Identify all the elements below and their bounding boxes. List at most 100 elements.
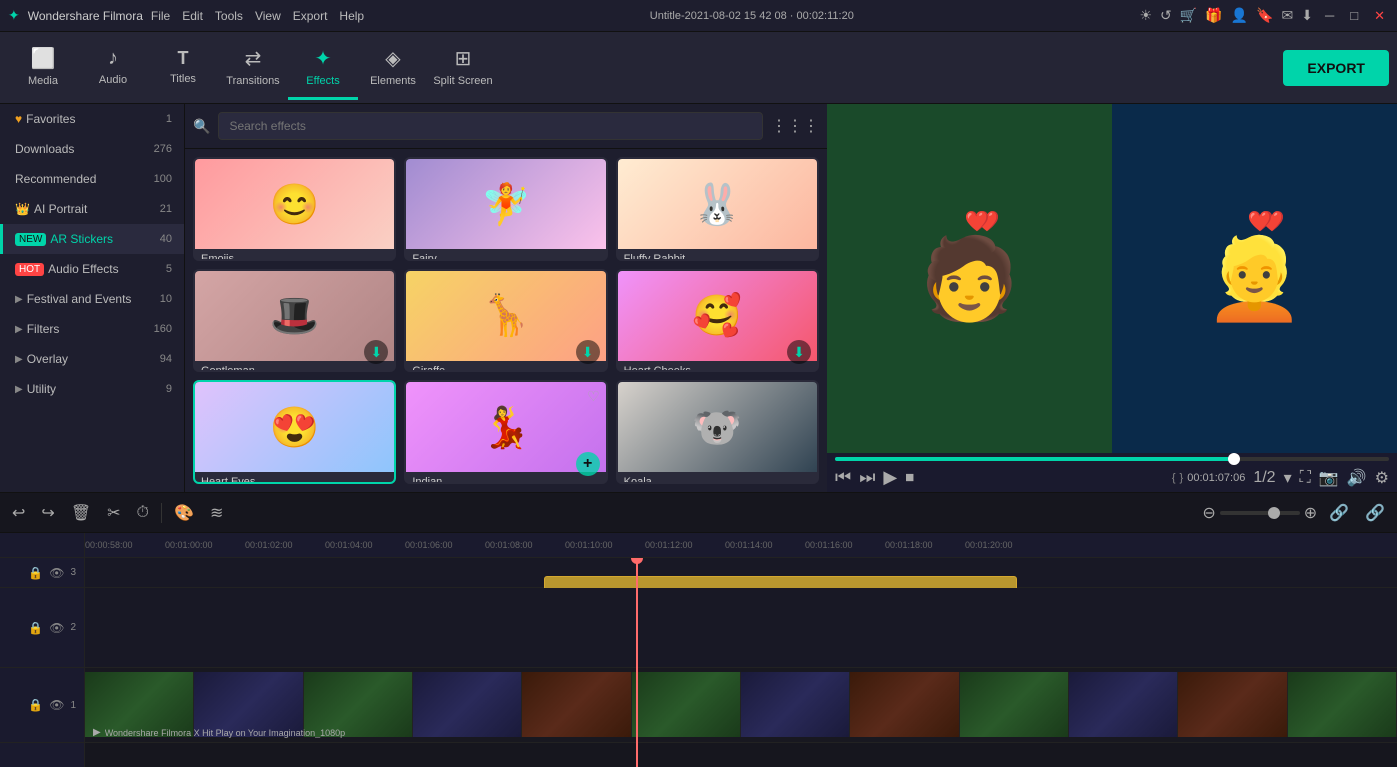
arrow-festival-icon: ▶ <box>15 294 23 305</box>
cart-icon[interactable]: 🛒 <box>1180 7 1197 24</box>
sidebar-item-ar-stickers[interactable]: NEW AR Stickers 40 <box>0 224 184 254</box>
stop-button[interactable]: ⏹ <box>905 467 914 488</box>
quality-selector[interactable]: 1/2 <box>1253 469 1275 487</box>
volume-icon[interactable]: 🔊 <box>1347 468 1367 488</box>
bookmark-icon[interactable]: 🔖 <box>1256 7 1273 24</box>
preview-progress-bar-container[interactable] <box>835 457 1389 461</box>
toolbar-effects-label: Effects <box>306 75 339 87</box>
sidebar-item-overlay[interactable]: ▶ Overlay 94 <box>0 344 184 374</box>
undo-button[interactable]: ↩ <box>8 499 29 527</box>
fullscreen-icon[interactable]: ⛶ <box>1300 469 1311 487</box>
sidebar-item-filters[interactable]: ▶ Filters 160 <box>0 314 184 344</box>
color-button[interactable]: 🎨 <box>170 499 198 527</box>
snap-button[interactable]: 🔗 <box>1361 499 1389 527</box>
menu-edit[interactable]: Edit <box>182 9 203 23</box>
mail-icon[interactable]: ✉ <box>1282 7 1294 24</box>
timer-button[interactable]: ⏱ <box>133 500 153 526</box>
bracket-right: } <box>1180 472 1184 484</box>
effect-card-indian[interactable]: 💃 ♡ + Indian <box>404 380 607 484</box>
titlebar-menu: File Edit Tools View Export Help <box>151 9 364 23</box>
heart-icon: ♥ <box>15 112 22 126</box>
grid-view-icon[interactable]: ⋮⋮⋮ <box>771 116 819 136</box>
cut-button[interactable]: ✂ <box>103 499 124 527</box>
track-content: 00:00:58:00 00:01:00:00 00:01:02:00 00:0… <box>85 533 1397 767</box>
minimize-button[interactable]: ─ <box>1321 8 1338 23</box>
preview-scrubber[interactable] <box>1228 453 1240 465</box>
bracket-left: { <box>1172 472 1176 484</box>
sidebar-item-ai-portrait[interactable]: 👑 AI Portrait 21 <box>0 194 184 224</box>
toolbar-elements[interactable]: ◈ Elements <box>358 35 428 100</box>
menu-file[interactable]: File <box>151 9 170 23</box>
sun-icon[interactable]: ☀ <box>1139 7 1152 24</box>
effect-card-heart-cheeks[interactable]: 🥰 ⬇ Heart Cheeks <box>616 269 819 373</box>
effect-card-heart-eyes[interactable]: 😍 Heart Eyes <box>193 380 396 484</box>
audio-icon: ♪ <box>108 47 118 70</box>
play-button[interactable]: ▶ <box>883 467 897 488</box>
step-back-button[interactable]: ⏭ <box>859 467 875 488</box>
effect-card-fairy[interactable]: 🧚 Fairy <box>404 157 607 261</box>
effect-card-koala[interactable]: 🐨 Koala <box>616 380 819 484</box>
zoom-in-button[interactable]: ⊕ <box>1304 503 1317 523</box>
gift-icon[interactable]: 🎁 <box>1205 7 1222 24</box>
search-input[interactable] <box>218 112 763 140</box>
snapshot-icon[interactable]: 📷 <box>1319 468 1339 488</box>
effect-card-gentleman[interactable]: 🎩 ⬇ Gentleman <box>193 269 396 373</box>
sidebar-item-recommended[interactable]: Recommended 100 <box>0 164 184 194</box>
track-lock-main-icon[interactable]: 🔒 <box>28 621 43 635</box>
effect-card-giraffe[interactable]: 🦒 ⬇ Giraffe <box>404 269 607 373</box>
track-eye-main-icon[interactable]: 👁 <box>49 621 64 635</box>
sidebar-item-downloads[interactable]: Downloads 276 <box>0 134 184 164</box>
track-lock-effects-icon[interactable]: 🔒 <box>28 566 43 580</box>
tracks-area: ★ Heart Eyes ✕ <box>85 558 1397 767</box>
add-indian-button[interactable]: + <box>576 452 600 476</box>
download-icon[interactable]: ⬇ <box>1301 7 1313 24</box>
effect-name-emojis: Emojis <box>195 249 394 261</box>
sidebar-item-favorites[interactable]: ♥ Favorites 1 <box>0 104 184 134</box>
audio-wave-button[interactable]: ≋ <box>206 499 227 527</box>
zoom-slider[interactable] <box>1220 511 1300 515</box>
toolbar-split-screen[interactable]: ⊞ Split Screen <box>428 35 498 100</box>
toolbar-effects[interactable]: ✦ Effects <box>288 35 358 100</box>
sidebar-festival-count: 10 <box>160 293 172 305</box>
close-button[interactable]: ✕ <box>1370 8 1389 24</box>
sidebar-overlay-count: 94 <box>160 353 172 365</box>
user-icon[interactable]: 👤 <box>1231 7 1248 24</box>
quality-dropdown-icon[interactable]: ▾ <box>1284 468 1292 488</box>
menu-help[interactable]: Help <box>339 9 364 23</box>
link-button[interactable]: 🔗 <box>1325 499 1353 527</box>
toolbar-audio-label: Audio <box>99 74 127 86</box>
effect-name-indian: Indian <box>406 472 605 484</box>
video-thumb-4 <box>413 672 522 737</box>
menu-export[interactable]: Export <box>293 9 328 23</box>
effect-card-emojis[interactable]: 😊 Emojis <box>193 157 396 261</box>
toolbar-titles[interactable]: T Titles <box>148 35 218 100</box>
sidebar-overlay-label: Overlay <box>27 352 160 366</box>
effect-name-fluffy: Fluffy Rabbit <box>618 249 817 261</box>
track-eye-video-icon[interactable]: 👁 <box>49 698 64 712</box>
download-giraffe-button[interactable]: ⬇ <box>576 340 600 364</box>
sidebar-item-utility[interactable]: ▶ Utility 9 <box>0 374 184 404</box>
app-logo: ✦ <box>8 7 20 24</box>
track-lock-video-icon[interactable]: 🔒 <box>28 698 43 712</box>
sidebar-item-audio-effects[interactable]: HOT Audio Effects 5 <box>0 254 184 284</box>
effect-name-giraffe: Giraffe <box>406 361 605 373</box>
toolbar-transitions[interactable]: ⇄ Transitions <box>218 35 288 100</box>
track-eye-effects-icon[interactable]: 👁 <box>49 566 64 580</box>
refresh-icon[interactable]: ↺ <box>1160 7 1172 24</box>
toolbar-audio[interactable]: ♪ Audio <box>78 35 148 100</box>
sidebar-item-festival-events[interactable]: ▶ Festival and Events 10 <box>0 284 184 314</box>
redo-button[interactable]: ↪ <box>37 499 58 527</box>
delete-button[interactable]: 🗑 <box>67 499 95 527</box>
effect-card-fluffy-rabbit[interactable]: 🐰 Fluffy Rabbit <box>616 157 819 261</box>
export-button[interactable]: EXPORT <box>1283 50 1389 86</box>
maximize-button[interactable]: □ <box>1346 8 1362 23</box>
rewind-button[interactable]: ⏮ <box>835 467 851 488</box>
timeline-cursor[interactable] <box>636 558 638 767</box>
zoom-out-button[interactable]: ⊖ <box>1202 503 1215 523</box>
toolbar-transitions-label: Transitions <box>226 75 279 87</box>
menu-view[interactable]: View <box>255 9 281 23</box>
toolbar-media[interactable]: ⬜ Media <box>8 35 78 100</box>
settings-icon[interactable]: ⚙ <box>1375 468 1389 488</box>
video-thumb-6 <box>632 672 741 737</box>
menu-tools[interactable]: Tools <box>215 9 243 23</box>
